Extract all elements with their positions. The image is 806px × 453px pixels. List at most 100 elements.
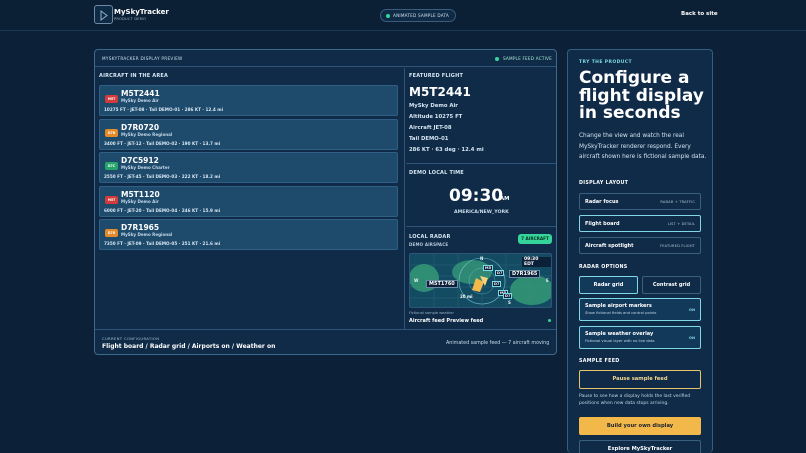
sample-data-pill: ANIMATED SAMPLE DATA — [380, 9, 456, 22]
layout-radar-focus[interactable]: Radar focus RADAR + TRAFFIC — [579, 193, 701, 210]
airline-badge: D7C — [105, 162, 118, 170]
explore-button[interactable]: Explore MySkyTracker — [579, 440, 701, 453]
radar-blip[interactable]: D7 — [503, 293, 513, 299]
active-dot-icon — [495, 57, 499, 61]
config-panel: TRY THE PRODUCT Configure a flight displ… — [567, 49, 713, 453]
aircraft-list: AIRCRAFT IN THE AREA M5T M5T2441 MySky Dem… — [95, 68, 405, 329]
toggle-title: Sample airport markers — [585, 303, 652, 309]
radar-options-label: RADAR OPTIONS — [579, 265, 628, 270]
radar-blip[interactable]: D7 — [492, 281, 502, 287]
radar-grid-button[interactable]: Radar grid — [579, 276, 638, 294]
radar-callout[interactable]: D7R1965 — [509, 270, 541, 278]
pause-description: Pause to see how a display holds the las… — [579, 394, 691, 406]
back-to-site-link[interactable]: Back to site — [681, 11, 718, 17]
radar-time: 09:30 EDT — [522, 257, 551, 267]
featured-panel: FEATURED FLIGHT M5T2441 MySky Demo Air A… — [406, 68, 556, 328]
aircraft-list-label: AIRCRAFT IN THE AREA — [99, 73, 169, 79]
aircraft-code: M5T1120 — [121, 189, 160, 199]
local-time-label: DEMO LOCAL TIME — [409, 170, 464, 176]
preview-title: MYSKYTRACKER DISPLAY PREVIEW — [102, 56, 183, 61]
aircraft-operator: MySky Demo Charter — [121, 165, 170, 170]
toggle-subtitle: Show fictional fields and control points — [585, 311, 657, 315]
radar-blip[interactable]: D7 — [495, 270, 505, 276]
aircraft-code: D7R0720 — [121, 122, 160, 132]
radar-feed-label: Aircraft feed Preview feed — [409, 318, 484, 324]
contrast-grid-button[interactable]: Contrast grid — [642, 276, 701, 294]
featured-tail: Tail DEMO-01 — [409, 136, 449, 142]
display-preview: MYSKYTRACKER DISPLAY PREVIEW SAMPLE FEED… — [94, 49, 557, 355]
sample-data-pill-label: ANIMATED SAMPLE DATA — [393, 13, 449, 18]
clock-time: 09:30 — [449, 186, 504, 206]
sample-feed-label: SAMPLE FEED — [579, 359, 620, 364]
aircraft-count-badge: 7 AIRCRAFT — [518, 234, 552, 244]
layout-option-label: Flight board — [585, 221, 620, 227]
aircraft-code: D7C5912 — [121, 156, 159, 165]
preview-header: MYSKYTRACKER DISPLAY PREVIEW SAMPLE FEED… — [95, 50, 556, 67]
layout-option-hint: RADAR + TRAFFIC — [660, 200, 695, 204]
radar-range: 20 mi — [460, 294, 473, 299]
demo-airspace-label: DEMO AIRSPACE — [409, 242, 449, 247]
preview-footer: CURRENT CONFIGURATION Flight board / Rad… — [95, 329, 556, 355]
aircraft-stats: 10275 FT · JET-08 · Tail DEMO-01 · 286 K… — [104, 107, 224, 112]
brand-name[interactable]: MySkyTracker — [114, 8, 169, 16]
featured-operator: MySky Demo Air — [409, 103, 458, 109]
radar-compass-w: W — [414, 278, 419, 283]
current-config-label: CURRENT CONFIGURATION — [102, 336, 160, 341]
airline-badge: D7R — [105, 229, 118, 237]
featured-flight-label: FEATURED FLIGHT — [409, 73, 464, 79]
config-eyebrow: TRY THE PRODUCT — [579, 60, 632, 65]
airport-markers-toggle[interactable]: Sample airport markers Show fictional fi… — [579, 298, 701, 321]
aircraft-stats: 2550 FT · JET-45 · Tail DEMO-03 · 222 KT… — [104, 174, 221, 179]
toggle-state: ON — [688, 308, 695, 312]
radar-compass-e: E — [546, 278, 549, 283]
divider — [406, 163, 556, 164]
radar-compass-n: N — [480, 256, 484, 261]
airline-badge: M5T — [105, 95, 118, 103]
current-config-value: Flight board / Radar grid / Airports on … — [102, 343, 276, 350]
config-description: Change the view and watch the real MySky… — [579, 133, 707, 160]
local-radar-label: LOCAL RADAR — [409, 234, 451, 240]
status-dot-icon — [386, 14, 390, 18]
aircraft-stats: 3400 FT · JET-12 · Tail DEMO-02 · 190 KT… — [104, 140, 221, 146]
top-bar: MySkyTracker PRODUCT DEMO ANIMATED SAMPL… — [0, 0, 806, 31]
display-layout-label: DISPLAY LAYOUT — [579, 181, 629, 186]
featured-aircraft: Aircraft JET-08 — [409, 125, 452, 131]
aircraft-operator: MySky Demo Air — [121, 98, 159, 103]
toggle-title: Sample weather overlay — [585, 331, 654, 337]
weather-overlay-toggle[interactable]: Sample weather overlay Fictional visual … — [579, 326, 701, 349]
clock-ampm: AM — [500, 196, 510, 202]
radar-caption: Fictional sample weather — [409, 311, 454, 315]
layout-option-hint: LIST + DETAIL — [667, 222, 695, 226]
aircraft-operator: MySky Demo Air — [121, 198, 159, 204]
aircraft-row[interactable]: D7R D7R0720 MySky Demo Regional 3400 FT · J… — [99, 118, 398, 150]
aircraft-row[interactable]: D7C D7C5912 MySky Demo Charter 2550 FT · JE… — [99, 152, 398, 183]
logo-icon[interactable] — [94, 5, 113, 24]
radar-compass-s: S — [508, 300, 511, 305]
aircraft-row[interactable]: D7R D7R1965 MySky Demo Regional 7350 FT · J… — [99, 219, 398, 250]
divider — [406, 226, 556, 227]
brand-subtitle: PRODUCT DEMO — [114, 17, 147, 21]
airline-badge: D7R — [105, 128, 118, 137]
radar-callout[interactable]: M5T1760 — [426, 280, 458, 288]
radar-map[interactable]: 09:30 EDT D7R1965 M5T1760 N S E W 20 mi … — [409, 253, 552, 308]
pause-feed-button[interactable]: Pause sample feed — [579, 370, 701, 389]
featured-altitude: Altitude 10275 FT — [409, 114, 463, 120]
feed-active-label: SAMPLE FEED ACTIVE — [503, 56, 552, 61]
aircraft-code: M5T2441 — [121, 89, 160, 98]
layout-option-hint: FEATURED FLIGHT — [660, 244, 695, 248]
build-display-button[interactable]: Build your own display — [579, 417, 701, 435]
clock-timezone: AMERICA/NEW_YORK — [454, 210, 509, 215]
radar-blip[interactable]: M5 — [483, 265, 494, 271]
featured-speed: 286 KT · 63 deg · 12.4 mi — [409, 147, 484, 153]
aircraft-row[interactable]: M5T M5T1120 MySky Demo Air 6000 FT · JET-20… — [99, 185, 398, 217]
feed-status: Animated sample feed — 7 aircraft moving — [446, 341, 550, 346]
layout-flight-board[interactable]: Flight board LIST + DETAIL — [579, 215, 701, 232]
aircraft-stats: 7350 FT · JET-09 · Tail DEMO-05 · 251 KT… — [104, 241, 221, 246]
aircraft-row[interactable]: M5T M5T2441 MySky Demo Air 10275 FT · JET-0… — [99, 85, 398, 116]
toggle-state: ON — [688, 336, 695, 340]
layout-option-label: Aircraft spotlight — [585, 243, 634, 249]
layout-aircraft-spotlight[interactable]: Aircraft spotlight FEATURED FLIGHT — [579, 237, 701, 254]
config-title: Configure a flight display in seconds — [579, 68, 704, 123]
featured-flight-code: M5T2441 — [409, 85, 471, 99]
aircraft-stats: 6000 FT · JET-20 · Tail DEMO-04 · 246 KT… — [104, 207, 221, 213]
